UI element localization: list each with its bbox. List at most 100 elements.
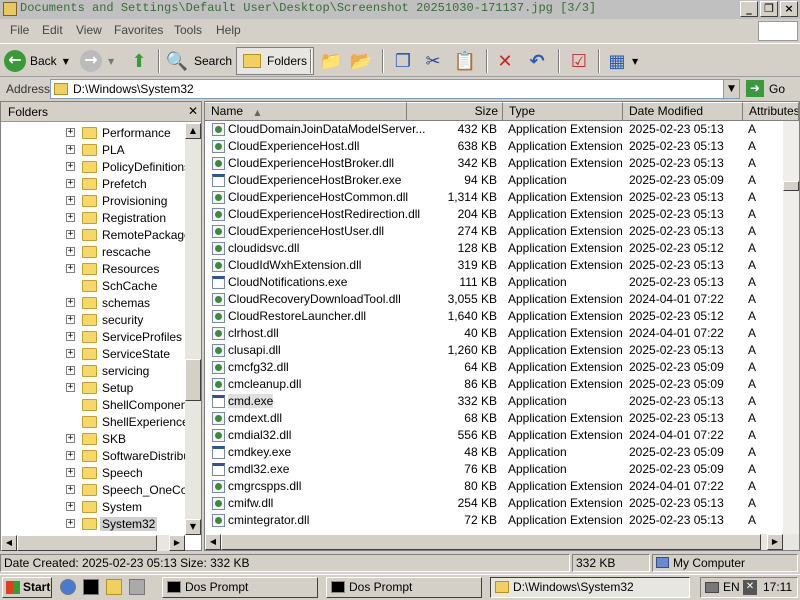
tree-item[interactable]: + PLA (1, 142, 185, 159)
expand-icon[interactable]: + (66, 502, 75, 511)
expand-icon[interactable]: + (66, 434, 75, 443)
file-row[interactable]: cmdl32.exe 76 KB Application 2025-02-23 05:… (205, 461, 785, 478)
column-header-attributes[interactable]: Attributes (743, 102, 799, 121)
delete-button[interactable]: ✕ (492, 47, 518, 75)
folder-tree-vertical-scrollbar[interactable]: ▲ ▼ (185, 123, 201, 535)
file-row[interactable]: cmcfg32.dll 64 KB Application Extension 202… (205, 359, 785, 376)
tree-item[interactable]: ShellExperiences (1, 414, 185, 431)
expand-icon[interactable]: + (66, 451, 75, 460)
network-disconnected-icon[interactable]: ✕ (743, 580, 757, 595)
tree-item[interactable]: + SoftwareDistribution (1, 448, 185, 465)
file-row[interactable]: CloudRecoveryDownloadTool.dll 3,055 KB App… (205, 291, 785, 308)
tree-item[interactable]: + rescache (1, 244, 185, 261)
expand-icon[interactable]: + (66, 128, 75, 137)
tree-item[interactable]: + ServiceState (1, 346, 185, 363)
address-input[interactable]: D:\Windows\System32 ▼ (50, 79, 740, 99)
file-row[interactable]: CloudRestoreLauncher.dll 1,640 KB Applicat… (205, 308, 785, 325)
tree-item[interactable]: + servicing (1, 363, 185, 380)
menu-favorites[interactable]: Favorites (114, 23, 163, 37)
tree-item[interactable]: + Setup (1, 380, 185, 397)
file-row[interactable]: cmd.exe 332 KB Application 2025-02-23 05:13… (205, 393, 785, 410)
tree-item[interactable]: + schemas (1, 295, 185, 312)
expand-icon[interactable]: + (66, 213, 75, 222)
search-button[interactable]: 🔍 Search (164, 47, 232, 75)
file-row[interactable]: cmdkey.exe 48 KB Application 2025-02-23 05:… (205, 444, 785, 461)
folder-icon[interactable] (106, 579, 122, 595)
file-row[interactable]: clusapi.dll 1,260 KB Application Extension… (205, 342, 785, 359)
scroll-thumb[interactable] (221, 534, 761, 550)
file-row[interactable]: cloudidsvc.dll 128 KB Application Extensio… (205, 240, 785, 257)
file-row[interactable]: CloudDomainJoinDataModelServer... 432 KB A… (205, 121, 785, 138)
expand-icon[interactable]: + (66, 162, 75, 171)
tree-item[interactable]: + System32 (1, 516, 185, 533)
folder-tree-horizontal-scrollbar[interactable]: ◀ ▶ (1, 535, 185, 551)
language-indicator[interactable]: EN (723, 580, 740, 594)
file-row[interactable]: cmgrcspps.dll 80 KB Application Extension 2… (205, 478, 785, 495)
scroll-up-icon[interactable]: ▲ (185, 123, 201, 139)
paste-button[interactable]: 📋 (452, 47, 478, 75)
file-list-horizontal-scrollbar[interactable]: ◀ ▶ (205, 534, 799, 550)
expand-icon[interactable]: + (66, 519, 75, 528)
menu-tools[interactable]: Tools (174, 23, 202, 37)
expand-icon[interactable]: + (66, 179, 75, 188)
expand-icon[interactable]: + (66, 298, 75, 307)
expand-icon[interactable]: + (66, 230, 75, 239)
tree-item[interactable]: SchCache (1, 278, 185, 295)
forward-dropdown-icon[interactable]: ▼ (108, 57, 114, 66)
back-dropdown-icon[interactable]: ▼ (63, 57, 69, 66)
move-to-button[interactable]: 📁 (318, 47, 344, 75)
file-row[interactable]: cmifw.dll 254 KB Application Extension 2025… (205, 495, 785, 512)
views-button[interactable]: ▦ ▼ (604, 47, 638, 75)
expand-icon[interactable]: + (66, 349, 75, 358)
menu-help[interactable]: Help (216, 23, 241, 37)
expand-icon[interactable]: + (66, 145, 75, 154)
tree-item[interactable]: + PolicyDefinitions (1, 159, 185, 176)
column-header-size[interactable]: Size (407, 102, 503, 121)
back-button[interactable]: ← Back ▼ (4, 47, 69, 75)
file-row[interactable]: CloudNotifications.exe 111 KB Application 2… (205, 274, 785, 291)
scroll-left-icon[interactable]: ◀ (1, 535, 17, 551)
expand-icon[interactable]: + (66, 332, 75, 341)
file-row[interactable]: CloudExperienceHostBroker.exe 94 KB Applic… (205, 172, 785, 189)
copy-to-button[interactable]: 📂 (348, 47, 374, 75)
scroll-left-icon[interactable]: ◀ (205, 534, 221, 550)
scroll-thumb[interactable] (783, 181, 799, 191)
file-row[interactable]: CloudExperienceHostUser.dll 274 KB Applica… (205, 223, 785, 240)
close-button[interactable]: × (780, 1, 798, 17)
file-row[interactable]: cmcleanup.dll 86 KB Application Extension 2… (205, 376, 785, 393)
expand-icon[interactable]: + (66, 383, 75, 392)
address-dropdown-icon[interactable]: ▼ (723, 80, 739, 98)
scroll-right-icon[interactable]: ▶ (767, 534, 783, 550)
menu-edit[interactable]: Edit (42, 23, 63, 37)
tree-item[interactable]: + Speech (1, 465, 185, 482)
up-folder-button[interactable]: ⬆ (126, 47, 152, 75)
task-dos-prompt-1[interactable]: Dos Prompt (162, 577, 318, 598)
tree-item[interactable]: + security (1, 312, 185, 329)
file-row[interactable]: CloudIdWxhExtension.dll 319 KB Application… (205, 257, 785, 274)
file-row[interactable]: cmdext.dll 68 KB Application Extension 2025… (205, 410, 785, 427)
task-dos-prompt-2[interactable]: Dos Prompt (326, 577, 482, 598)
file-list-vertical-scrollbar[interactable] (783, 121, 799, 541)
copy-button[interactable]: ❐ (390, 47, 416, 75)
file-row[interactable]: CloudExperienceHost.dll 638 KB Application… (205, 138, 785, 155)
expand-icon[interactable]: + (66, 315, 75, 324)
expand-icon[interactable]: + (66, 247, 75, 256)
show-desktop-icon[interactable] (129, 579, 145, 595)
tree-item[interactable]: + RemotePackages (1, 227, 185, 244)
column-header-name[interactable]: Name ▲ (205, 102, 407, 121)
start-button[interactable]: Start (2, 577, 52, 598)
expand-icon[interactable]: + (66, 366, 75, 375)
tree-item[interactable]: + Resources (1, 261, 185, 278)
menu-view[interactable]: View (76, 23, 102, 37)
scroll-right-icon[interactable]: ▶ (169, 535, 185, 551)
file-row[interactable]: CloudExperienceHostBroker.dll 342 KB Appli… (205, 155, 785, 172)
file-row[interactable]: clrhost.dll 40 KB Application Extension 202… (205, 325, 785, 342)
tree-item[interactable]: ShellComponents (1, 397, 185, 414)
tree-item[interactable]: + Speech_OneCore (1, 482, 185, 499)
tree-item[interactable]: + System (1, 499, 185, 516)
tree-item[interactable]: + SKB (1, 431, 185, 448)
close-folders-pane-icon[interactable]: ✕ (188, 104, 198, 118)
file-row[interactable]: CloudExperienceHostRedirection.dll 204 KB… (205, 206, 785, 223)
tree-item[interactable]: + Prefetch (1, 176, 185, 193)
file-row[interactable]: cmintegrator.dll 72 KB Application Extensi… (205, 512, 785, 529)
